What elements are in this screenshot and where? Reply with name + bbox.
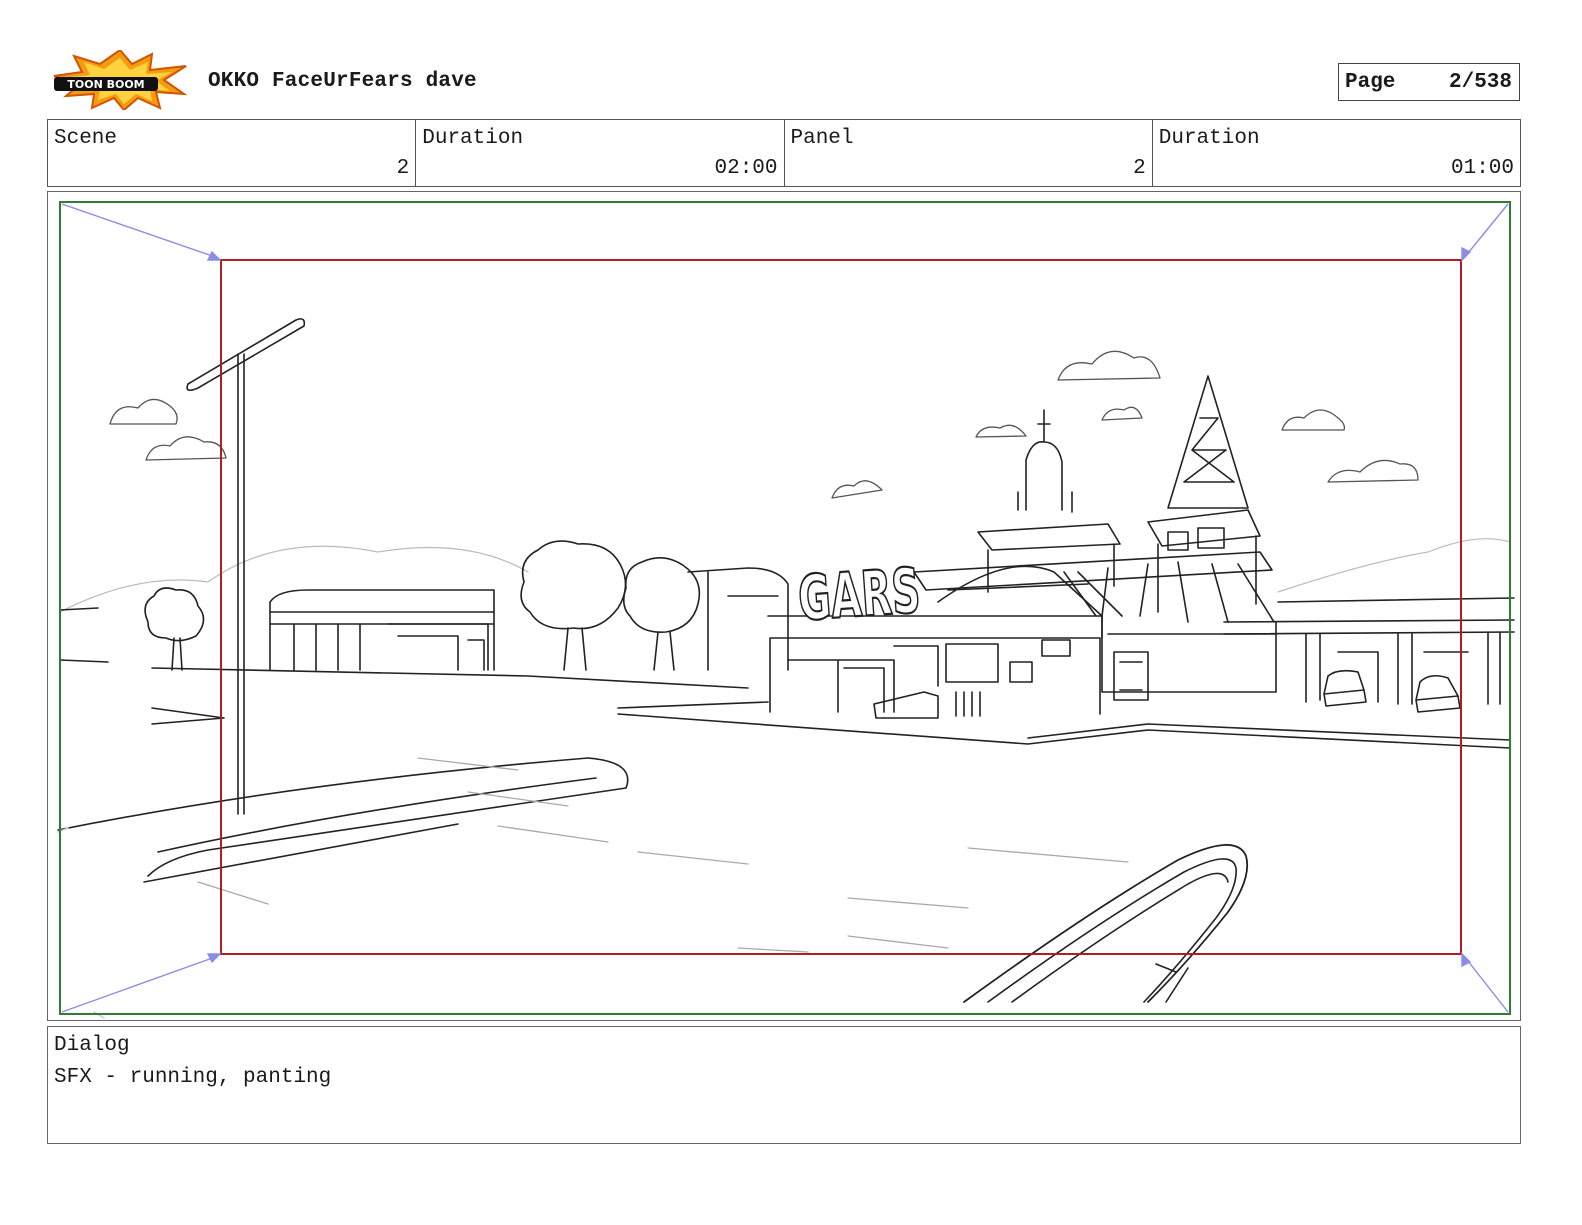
scene-duration-value: 02:00	[714, 157, 778, 180]
toon-boom-logo: TOON BOOM	[52, 48, 188, 112]
panel-sketch: GARS	[57, 201, 1515, 1019]
document-title: OKKO FaceUrFears dave	[208, 70, 477, 93]
page-indicator: Page 2/538	[1338, 63, 1520, 101]
panel-duration-value: 01:00	[1450, 157, 1514, 180]
scene-duration-label: Duration	[422, 127, 524, 150]
dialog-text: SFX - running, panting	[54, 1066, 332, 1089]
safe-frame-outer	[59, 201, 1511, 1015]
dialog-label: Dialog	[54, 1034, 130, 1057]
panel-duration-label: Duration	[1158, 127, 1260, 150]
scene-label: Scene	[54, 127, 118, 150]
panel-duration-cell: Duration 01:00	[1153, 120, 1520, 186]
scene-value: 2	[396, 157, 410, 180]
gars-sign-text: GARS	[796, 554, 923, 635]
gars-sign: GARS	[795, 553, 924, 637]
storyboard-panel: GARS	[47, 191, 1521, 1021]
scene-cell: Scene 2	[48, 120, 417, 186]
dialog-box: Dialog SFX - running, panting	[47, 1026, 1521, 1144]
panel-value: 2	[1133, 157, 1146, 180]
panel-info-table: Scene 2 Duration 02:00 Panel 2 Duration …	[47, 119, 1521, 187]
panel-label: Panel	[790, 127, 854, 150]
logo-text: TOON BOOM	[67, 78, 144, 91]
page-label: Page	[1345, 71, 1396, 94]
camera-move-arrows	[61, 203, 1509, 1013]
page-number: 2/538	[1448, 71, 1512, 94]
panel-cell: Panel 2	[785, 120, 1153, 186]
scene-duration-cell: Duration 02:00	[416, 120, 785, 186]
